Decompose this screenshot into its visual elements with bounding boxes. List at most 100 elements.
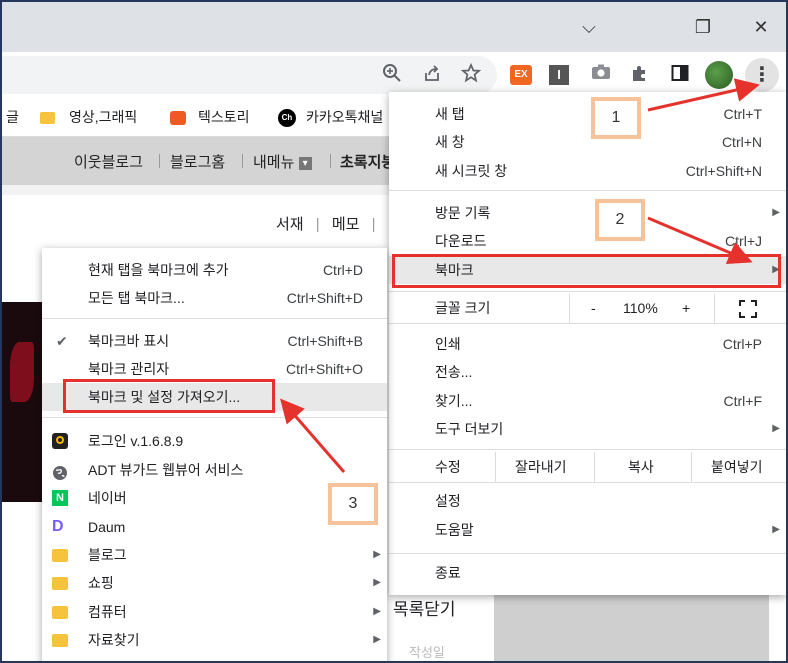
menu-exit[interactable]: 종료 bbox=[389, 559, 786, 587]
menu-new-tab[interactable]: 새 탭 Ctrl+T bbox=[389, 100, 786, 128]
menu-shortcut: Ctrl+P bbox=[722, 336, 762, 352]
menu-help[interactable]: 도움말 ▶ bbox=[389, 516, 786, 544]
bookmark-item[interactable]: 텍스토리 bbox=[170, 106, 250, 128]
menu-more-tools[interactable]: 도구 더보기 ▶ bbox=[389, 415, 786, 443]
menu-label: 인쇄 bbox=[435, 336, 461, 352]
naver-icon: N bbox=[52, 490, 68, 506]
folder-icon bbox=[52, 634, 68, 647]
bookmark-folder-computer[interactable]: 컴퓨터 ▶ bbox=[42, 598, 387, 626]
nav-my-menu[interactable]: 내메뉴 ▾ bbox=[253, 151, 312, 172]
cut-button[interactable]: 잘라내기 bbox=[515, 452, 567, 482]
menu-print[interactable]: 인쇄 Ctrl+P bbox=[389, 330, 786, 358]
chrome-main-menu: 새 탭 Ctrl+T 새 창 Ctrl+N 새 시크릿 창 Ctrl+Shift+N … bbox=[389, 92, 786, 595]
author-label: 작성일 bbox=[409, 645, 445, 660]
side-panel-icon[interactable] bbox=[668, 63, 692, 87]
title-bar: ⌵ ❐ ✕ bbox=[2, 2, 786, 52]
link-library[interactable]: 서재 bbox=[276, 216, 304, 233]
zoom-in-icon[interactable] bbox=[380, 63, 404, 87]
menu-label: 로그인 v.1.6.8.9 bbox=[88, 433, 184, 449]
chevron-right-icon: ▶ bbox=[772, 524, 780, 535]
content-block bbox=[494, 592, 769, 661]
menu-label: 북마크바 표시 bbox=[88, 333, 170, 349]
profile-avatar[interactable] bbox=[705, 61, 733, 89]
submenu-bookmark-this-tab[interactable]: 현재 탭을 북마크에 추가 Ctrl+D bbox=[42, 256, 387, 284]
menu-label: 수정 bbox=[435, 459, 461, 475]
zoom-out-button[interactable]: - bbox=[591, 294, 596, 322]
menu-label: 설정 bbox=[435, 493, 461, 509]
menu-shortcut: Ctrl+J bbox=[725, 233, 762, 249]
menu-separator bbox=[389, 449, 786, 450]
menu-label: 방문 기록 bbox=[435, 205, 491, 221]
menu-edit-row: 수정 잘라내기 복사 붙여넣기 bbox=[389, 452, 786, 482]
chevron-right-icon: ▶ bbox=[772, 423, 780, 434]
menu-label: 쇼핑 bbox=[88, 575, 114, 591]
divider bbox=[330, 154, 331, 168]
menu-label: 새 탭 bbox=[435, 106, 465, 122]
globe-icon bbox=[52, 462, 68, 480]
bookmark-folder-blog[interactable]: 블로그 ▶ bbox=[42, 541, 387, 569]
menu-separator bbox=[389, 482, 786, 483]
restore-window-button[interactable]: ❐ bbox=[688, 12, 718, 42]
menu-shortcut: Ctrl+Shift+N bbox=[685, 163, 762, 179]
menu-label: 글꼴 크기 bbox=[435, 300, 491, 316]
bookmark-item[interactable]: 글 bbox=[6, 106, 19, 128]
bookmark-item[interactable]: Ch 카카오톡채널 bbox=[278, 106, 383, 128]
chevron-right-icon: ▶ bbox=[373, 549, 381, 560]
nav-blog-owner[interactable]: 초록지붕 bbox=[340, 151, 395, 172]
chevron-right-icon: ▶ bbox=[373, 577, 381, 588]
menu-label: 도구 더보기 bbox=[435, 421, 504, 437]
zoom-in-button[interactable]: + bbox=[682, 294, 690, 322]
menu-new-incognito[interactable]: 새 시크릿 창 Ctrl+Shift+N bbox=[389, 157, 786, 185]
list-close-link[interactable]: 목록닫기 bbox=[393, 595, 456, 620]
extensions-puzzle-icon[interactable] bbox=[628, 63, 652, 87]
divider: | bbox=[315, 216, 320, 233]
callout-step-1: 1 bbox=[591, 97, 641, 139]
ex-extension-icon[interactable]: EX bbox=[510, 65, 532, 85]
chevron-right-icon: ▶ bbox=[772, 207, 780, 218]
camera-icon[interactable] bbox=[589, 63, 613, 87]
chevron-right-icon: ▶ bbox=[373, 634, 381, 645]
menu-settings[interactable]: 설정 bbox=[389, 487, 786, 515]
menu-label: 전송... bbox=[435, 364, 473, 380]
link-memo[interactable]: 메모 bbox=[332, 216, 360, 233]
tab-search-dropdown-button[interactable]: ⌵ bbox=[574, 12, 604, 42]
share-icon[interactable] bbox=[420, 63, 444, 87]
divider bbox=[594, 452, 595, 482]
paste-button[interactable]: 붙여넣기 bbox=[711, 452, 763, 482]
bookmark-login-app[interactable]: 로그인 v.1.6.8.9 bbox=[42, 427, 387, 455]
callout-step-2: 2 bbox=[595, 199, 645, 241]
highlight-bookmarks-item bbox=[392, 254, 781, 288]
menu-separator bbox=[389, 553, 786, 554]
bookmark-folder-shopping[interactable]: 쇼핑 ▶ bbox=[42, 569, 387, 597]
bookmark-folder[interactable]: 영상,그래픽 bbox=[40, 106, 137, 128]
nav-neighbor-blog[interactable]: 이웃블로그 bbox=[74, 151, 143, 172]
bookmark-adt-viewer[interactable]: ADT 뷰가드 웹뷰어 서비스 bbox=[42, 456, 387, 484]
close-window-button[interactable]: ✕ bbox=[746, 12, 776, 42]
bookmark-folder-research[interactable]: 자료찾기 ▶ bbox=[42, 626, 387, 654]
divider bbox=[159, 154, 160, 168]
star-icon[interactable] bbox=[459, 62, 483, 87]
menu-find[interactable]: 찾기... Ctrl+F bbox=[389, 387, 786, 415]
bookmark-label: 텍스토리 bbox=[198, 109, 250, 125]
menu-shortcut: Ctrl+N bbox=[721, 134, 762, 150]
menu-cast[interactable]: 전송... bbox=[389, 358, 786, 386]
menu-label: 현재 탭을 북마크에 추가 bbox=[88, 262, 229, 278]
divider bbox=[691, 452, 692, 482]
folder-icon bbox=[52, 549, 68, 562]
menu-history[interactable]: 방문 기록 ▶ bbox=[389, 199, 786, 227]
highlight-import-item bbox=[63, 379, 275, 413]
submenu-bookmark-all-tabs[interactable]: 모든 탭 북마크... Ctrl+Shift+D bbox=[42, 284, 387, 312]
menu-label: 블로그 bbox=[88, 547, 127, 563]
nav-blog-home[interactable]: 블로그홈 bbox=[170, 151, 225, 172]
menu-downloads[interactable]: 다운로드 Ctrl+J bbox=[389, 227, 786, 255]
chrome-menu-button[interactable]: ⋮ bbox=[745, 58, 779, 92]
submenu-show-bookmarks-bar[interactable]: ✔ 북마크바 표시 Ctrl+Shift+B bbox=[42, 327, 387, 355]
callout-step-3: 3 bbox=[328, 483, 378, 525]
divider bbox=[242, 154, 243, 168]
menu-new-window[interactable]: 새 창 Ctrl+N bbox=[389, 128, 786, 156]
chevron-down-icon: ▾ bbox=[298, 156, 312, 170]
divider bbox=[495, 452, 496, 482]
copy-button[interactable]: 복사 bbox=[628, 452, 654, 482]
i-extension-icon[interactable]: I bbox=[549, 65, 569, 85]
menu-shortcut: Ctrl+Shift+O bbox=[285, 361, 363, 377]
